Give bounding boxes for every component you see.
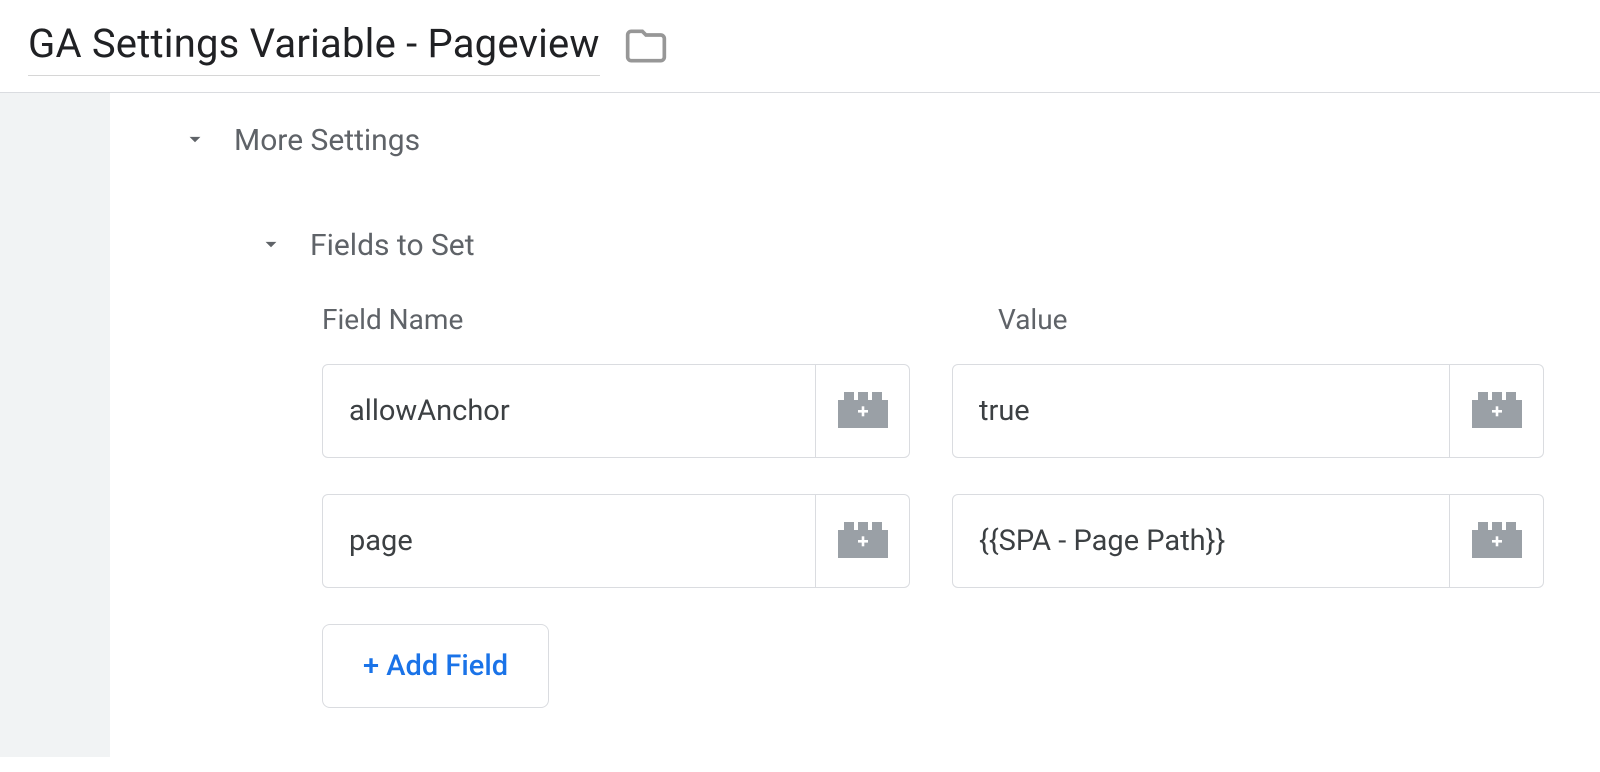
add-field-button[interactable]: + Add Field	[322, 624, 549, 708]
fields-to-set-label: Fields to Set	[310, 228, 475, 263]
column-value: Value	[998, 303, 1398, 336]
variable-brick-icon	[838, 392, 888, 431]
insert-variable-button[interactable]	[816, 364, 910, 458]
chevron-down-icon	[258, 231, 284, 261]
field-value-group	[952, 494, 1544, 588]
field-row	[322, 364, 1600, 458]
variable-brick-icon	[838, 522, 888, 561]
left-rail	[0, 93, 110, 757]
content-panel: More Settings Fields to Set Field Name V…	[110, 93, 1600, 757]
column-field-name: Field Name	[322, 303, 998, 336]
field-name-group	[322, 364, 910, 458]
insert-variable-button[interactable]	[1450, 494, 1544, 588]
page-title[interactable]: GA Settings Variable - Pageview	[28, 20, 600, 76]
folder-icon[interactable]	[624, 24, 668, 72]
fields-column-headers: Field Name Value	[322, 303, 1600, 336]
content-layout: More Settings Fields to Set Field Name V…	[0, 93, 1600, 757]
title-bar: GA Settings Variable - Pageview	[0, 0, 1600, 92]
chevron-down-icon	[182, 126, 208, 156]
field-value-input[interactable]	[952, 364, 1450, 458]
more-settings-label: More Settings	[234, 123, 420, 158]
field-value-input[interactable]	[952, 494, 1450, 588]
field-name-input[interactable]	[322, 364, 816, 458]
insert-variable-button[interactable]	[816, 494, 910, 588]
fields-to-set-header[interactable]: Fields to Set	[258, 228, 1600, 263]
insert-variable-button[interactable]	[1450, 364, 1544, 458]
field-value-group	[952, 364, 1544, 458]
more-settings-header[interactable]: More Settings	[182, 123, 1600, 158]
variable-brick-icon	[1472, 522, 1522, 561]
field-row	[322, 494, 1600, 588]
field-name-input[interactable]	[322, 494, 816, 588]
variable-brick-icon	[1472, 392, 1522, 431]
field-rows	[322, 364, 1600, 588]
field-name-group	[322, 494, 910, 588]
